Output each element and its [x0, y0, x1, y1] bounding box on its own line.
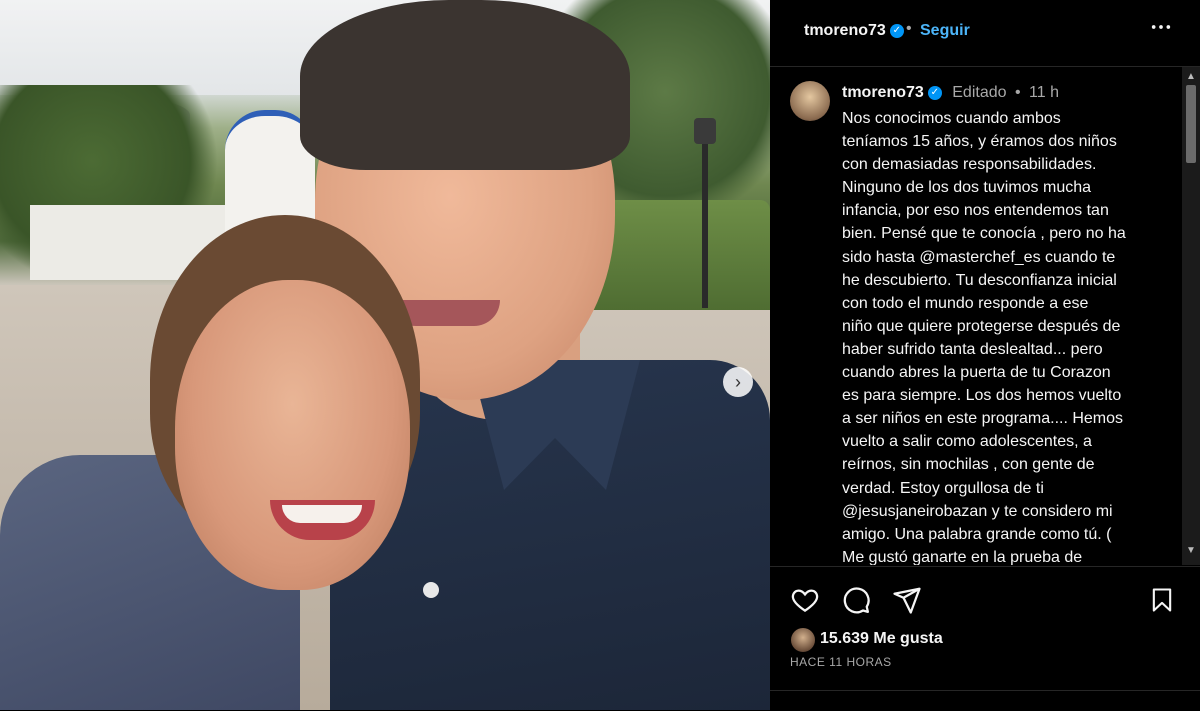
share-button[interactable]: [892, 585, 922, 620]
likes-count[interactable]: 15.639 Me gusta: [820, 630, 943, 648]
woman-teeth: [282, 505, 362, 523]
likes-avatar: [790, 627, 816, 653]
post-header: tmoreno73 ✓ • Seguir: [770, 0, 1200, 67]
caption-separator: •: [1014, 84, 1021, 101]
scroll-down-arrow-icon[interactable]: ▼: [1186, 545, 1196, 556]
post-timestamp[interactable]: HACE 11 HORAS: [790, 655, 892, 669]
verified-badge-icon: ✓: [889, 23, 904, 38]
scroll-up-arrow-icon[interactable]: ▲: [1186, 71, 1196, 82]
post-photo[interactable]: ›: [0, 0, 770, 710]
scroll-thumb[interactable]: [1186, 85, 1196, 163]
avatar[interactable]: [790, 81, 830, 121]
caption-area[interactable]: tmoreno73 ✓ Editado • 11 h Nos conocimos …: [770, 67, 1182, 565]
caption-meta: tmoreno73 ✓ Editado • 11 h: [842, 84, 1059, 102]
follow-button[interactable]: Seguir: [920, 22, 970, 40]
caption-scrollbar[interactable]: ▲ ▼: [1182, 67, 1200, 565]
woman-face: [175, 280, 410, 590]
send-icon: [893, 587, 921, 614]
photo-hedge: [590, 200, 770, 310]
more-horizontal-icon: [1151, 25, 1171, 29]
like-button[interactable]: [790, 585, 820, 620]
save-button[interactable]: [1148, 585, 1176, 620]
action-bar: [770, 566, 1200, 627]
header-username[interactable]: tmoreno73: [804, 22, 886, 39]
photo-lamp-post: [702, 128, 708, 308]
more-options-button[interactable]: [1150, 16, 1172, 44]
photo-lamp-head: [694, 118, 716, 144]
comment-icon: [843, 587, 870, 614]
verified-badge-icon: ✓: [927, 85, 942, 100]
bookmark-icon: [1152, 588, 1172, 612]
header-username-link[interactable]: tmoreno73 ✓: [804, 22, 904, 40]
header-separator: •: [906, 20, 912, 37]
man-hair: [300, 0, 630, 170]
carousel-next-button[interactable]: ›: [723, 367, 753, 397]
shirt-button: [423, 582, 439, 598]
post-side-panel: tmoreno73 ✓ • Seguir tmoreno73 ✓ Editado •…: [770, 0, 1200, 710]
caption-text: Nos conocimos cuando ambos tení­amos 15 …: [842, 110, 1126, 565]
comment-button[interactable]: [841, 585, 871, 620]
caption-username[interactable]: tmoreno73: [842, 84, 924, 101]
comment-area-divider: [770, 690, 1200, 711]
edited-label: Editado: [952, 84, 1007, 101]
caption-time[interactable]: 11 h: [1029, 84, 1059, 101]
heart-icon: [791, 589, 819, 612]
